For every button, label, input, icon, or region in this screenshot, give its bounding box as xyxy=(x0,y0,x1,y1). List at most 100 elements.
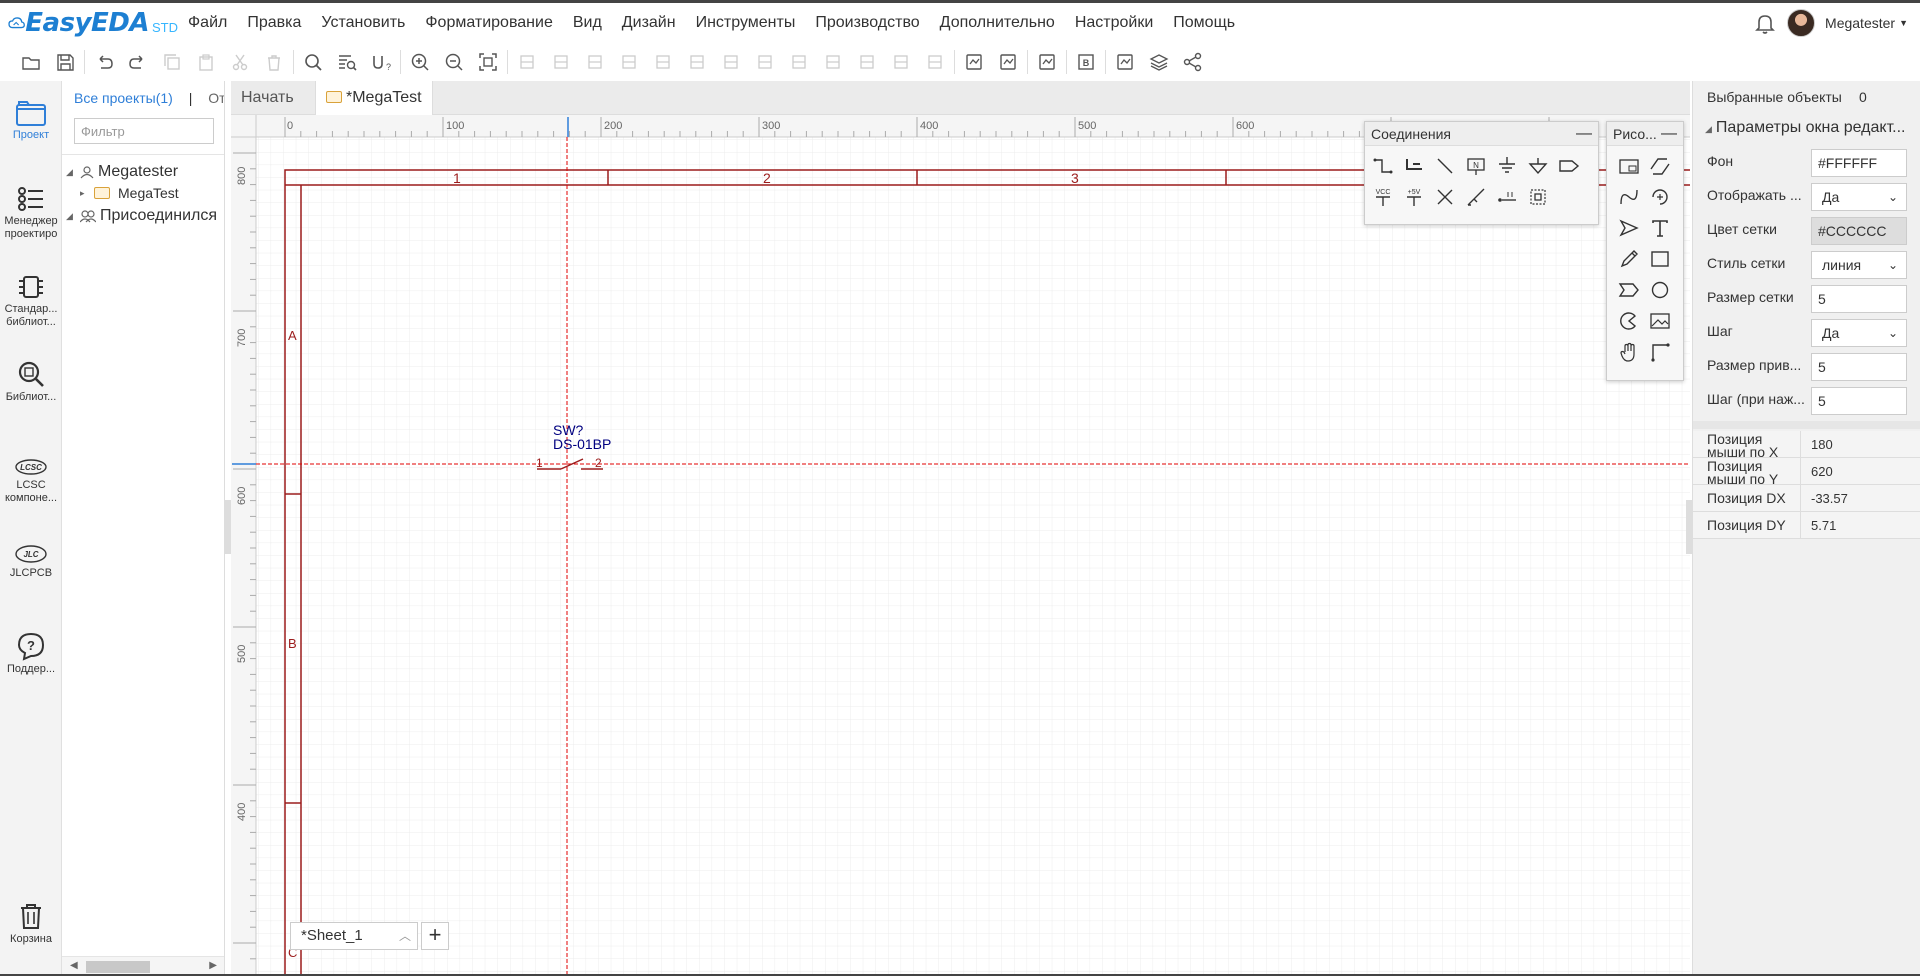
scroll-right-icon[interactable]: ▶ xyxy=(209,960,217,971)
toolbar-button[interactable] xyxy=(816,47,850,77)
user-name[interactable]: Megatester xyxy=(1825,15,1895,31)
toolbar-button[interactable] xyxy=(257,47,291,77)
tree-item-joined[interactable]: ◢ Присоединился xyxy=(66,207,217,225)
menu-item[interactable]: Правка xyxy=(237,3,311,43)
tool-dimension[interactable] xyxy=(1644,336,1675,367)
toolbar-button[interactable] xyxy=(121,47,155,77)
toolbar-button[interactable] xyxy=(403,47,437,77)
toolbar-button[interactable] xyxy=(1108,47,1142,77)
show-grid-select[interactable]: Да ⌄ xyxy=(1811,183,1907,211)
tool-rectangle[interactable] xyxy=(1644,243,1675,274)
tool-probe[interactable] xyxy=(1460,181,1491,212)
toolbar-button[interactable] xyxy=(14,47,48,77)
toolbar-button[interactable] xyxy=(471,47,505,77)
snap-size-input[interactable] xyxy=(1811,353,1907,381)
canvas-drawing[interactable]: 0 100 200 300 400 500 600 800 700 600 50… xyxy=(231,115,1690,976)
grid-size-input[interactable] xyxy=(1811,285,1907,313)
expand-triangle-icon[interactable]: ◢ xyxy=(66,211,76,222)
tab-start[interactable]: Начать xyxy=(231,81,304,115)
toolbar-button[interactable] xyxy=(1176,47,1210,77)
grid-color-input[interactable] xyxy=(1811,217,1907,245)
grid-style-select[interactable]: линия ⌄ xyxy=(1811,251,1907,279)
scroll-left-icon[interactable]: ◀ xyxy=(70,960,78,971)
nav-trash[interactable]: Корзина xyxy=(0,901,62,946)
nav-lcsc[interactable]: LCSC LCSC компоне... xyxy=(0,457,62,505)
toolbar-button[interactable]: B xyxy=(1069,47,1103,77)
menu-item[interactable]: Производство xyxy=(805,3,929,43)
toolbar-button[interactable] xyxy=(918,47,952,77)
tool-text[interactable] xyxy=(1644,212,1675,243)
nav-library[interactable]: Библиот... xyxy=(0,359,62,404)
menu-item[interactable]: Инструменты xyxy=(686,3,806,43)
nav-project[interactable]: Проект xyxy=(0,99,62,142)
tool-bezier[interactable] xyxy=(1613,181,1644,212)
nav-jlcpcb[interactable]: JLC JLCPCB xyxy=(0,543,62,580)
app-logo[interactable]: EasyEDA STD xyxy=(0,8,178,38)
toolbar-button[interactable] xyxy=(850,47,884,77)
toolbar-button[interactable] xyxy=(510,47,544,77)
tool-no-connect[interactable] xyxy=(1429,181,1460,212)
bell-icon[interactable] xyxy=(1753,11,1777,35)
toolbar-button[interactable] xyxy=(189,47,223,77)
collapse-triangle-icon[interactable]: ▸ xyxy=(80,188,90,199)
menu-item[interactable]: Настройки xyxy=(1065,3,1163,43)
canvas-properties-section-header[interactable]: ◢ Параметры окна редакт... xyxy=(1693,115,1920,141)
tool-image[interactable] xyxy=(1644,305,1675,336)
toolbar-button[interactable] xyxy=(48,47,82,77)
toolbar-button[interactable] xyxy=(296,47,330,77)
wiring-palette-header[interactable]: Соединения — xyxy=(1365,122,1598,146)
tool-pin[interactable] xyxy=(1491,181,1522,212)
toolbar-button[interactable] xyxy=(991,47,1025,77)
scrollbar-thumb[interactable] xyxy=(86,961,150,973)
tool-netport[interactable] xyxy=(1553,150,1584,181)
toolbar-button[interactable] xyxy=(578,47,612,77)
toolbar-button[interactable] xyxy=(544,47,578,77)
project-filter-input[interactable] xyxy=(74,118,214,144)
tool-bus[interactable] xyxy=(1398,150,1429,181)
nav-design-manager[interactable]: Менеджер проектиро xyxy=(0,185,62,241)
schematic-canvas[interactable]: 0 100 200 300 400 500 600 800 700 600 50… xyxy=(231,115,1690,976)
toolbar-button[interactable] xyxy=(1142,47,1176,77)
minimize-icon[interactable]: — xyxy=(1576,122,1592,145)
toolbar-button[interactable] xyxy=(223,47,257,77)
tool-freehand[interactable] xyxy=(1613,243,1644,274)
tool-polyline[interactable] xyxy=(1644,150,1675,181)
toolbar-button[interactable] xyxy=(87,47,121,77)
tool-group[interactable] xyxy=(1522,181,1553,212)
tool-hand[interactable] xyxy=(1613,336,1644,367)
toolbar-button[interactable]: ? xyxy=(364,47,398,77)
sheet-tab[interactable]: *Sheet_1 ︿ xyxy=(290,922,418,950)
toolbar-button[interactable] xyxy=(646,47,680,77)
tool-wire[interactable] xyxy=(1367,150,1398,181)
toolbar-button[interactable] xyxy=(612,47,646,77)
tab-opened-projects[interactable]: Отк xyxy=(208,90,224,106)
tool-arrow[interactable] xyxy=(1613,212,1644,243)
menu-item[interactable]: Файл xyxy=(178,3,237,43)
toolbar-button[interactable] xyxy=(680,47,714,77)
tree-item-megatest[interactable]: ▸ MegaTest xyxy=(80,185,179,201)
snap-select[interactable]: Да ⌄ xyxy=(1811,319,1907,347)
toolbar-button[interactable] xyxy=(884,47,918,77)
tab-megatest[interactable]: *MegaTest xyxy=(315,81,433,115)
toolbar-button[interactable] xyxy=(155,47,189,77)
expand-triangle-icon[interactable]: ◢ xyxy=(66,167,76,178)
chevron-up-icon[interactable]: ︿ xyxy=(399,923,411,949)
menu-item[interactable]: Установить xyxy=(311,3,415,43)
tool-ground[interactable] xyxy=(1491,150,1522,181)
tool-pin-panel[interactable] xyxy=(1613,150,1644,181)
menu-item[interactable]: Вид xyxy=(563,3,612,43)
tool-circle[interactable] xyxy=(1644,274,1675,305)
tool-vcc[interactable]: VCC xyxy=(1367,181,1398,212)
toolbar-button[interactable] xyxy=(748,47,782,77)
drawing-palette-header[interactable]: Рисо... — xyxy=(1607,122,1683,146)
collapse-triangle-icon[interactable]: ◢ xyxy=(1705,124,1712,134)
tool-pie[interactable] xyxy=(1613,305,1644,336)
tool-net-label[interactable]: N xyxy=(1460,150,1491,181)
toolbar-button[interactable] xyxy=(1030,47,1064,77)
alt-snap-input[interactable] xyxy=(1811,387,1907,415)
minimize-icon[interactable]: — xyxy=(1661,122,1677,145)
nav-standard-library[interactable]: Стандар... библиот... xyxy=(0,273,62,329)
tab-all-projects[interactable]: Все проекты(1) xyxy=(74,90,173,106)
toolbar-button[interactable] xyxy=(714,47,748,77)
menu-item[interactable]: Дополнительно xyxy=(930,3,1065,43)
